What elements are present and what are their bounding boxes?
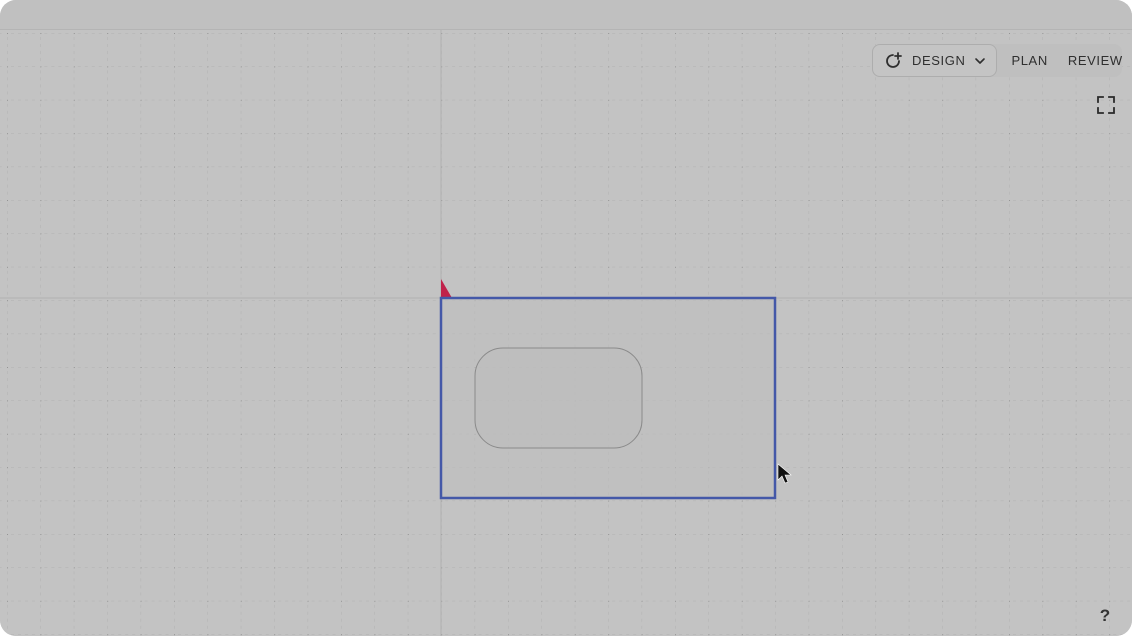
refresh-plus-icon (886, 51, 902, 68)
top-bar (0, 0, 1132, 30)
mode-tab-review[interactable]: REVIEW (1048, 44, 1123, 77)
fullscreen-button[interactable] (1097, 96, 1115, 114)
fullscreen-icon (1097, 96, 1115, 114)
mode-tab-design[interactable]: DESIGN (872, 44, 998, 77)
canvas-svg[interactable] (0, 30, 1132, 636)
mode-label-plan: PLAN (1011, 53, 1048, 68)
help-button[interactable]: ? (1097, 606, 1113, 626)
mode-label-design: DESIGN (912, 53, 966, 68)
chevron-down-icon (975, 57, 986, 64)
mode-label-review: REVIEW (1067, 53, 1123, 68)
mode-tab-plan[interactable]: PLAN (997, 44, 1047, 77)
app-window: DESIGN PLAN REVIEW ? (0, 0, 1132, 636)
mode-switcher: DESIGN PLAN REVIEW (872, 44, 1122, 77)
design-canvas[interactable] (0, 30, 1132, 636)
rounded-rectangle-shape[interactable] (474, 347, 643, 449)
